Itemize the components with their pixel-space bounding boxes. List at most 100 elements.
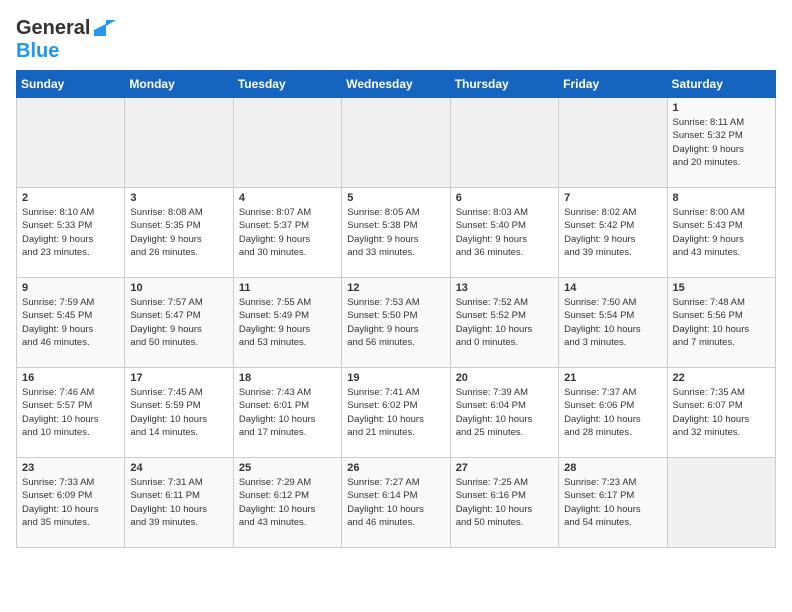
calendar-cell (450, 98, 558, 188)
day-number: 27 (456, 462, 553, 474)
calendar-cell: 13Sunrise: 7:52 AM Sunset: 5:52 PM Dayli… (450, 278, 558, 368)
calendar-cell: 20 Sunrise: 7:39 AM Sunset: 6:04 PM Dayli… (450, 368, 558, 458)
day-number: 12 (347, 282, 444, 294)
calendar-cell (17, 98, 125, 188)
day-number: 2 (22, 192, 119, 204)
calendar-cell: 26 Sunrise: 7:27 AM Sunset: 6:14 PM Dayli… (342, 458, 450, 548)
calendar-cell: 11 Sunrise: 7:55 AM Sunset: 5:49 PM Dayli… (233, 278, 341, 368)
calendar-cell: 15 Sunrise: 7:48 AM Sunset: 5:56 PM Dayli… (667, 278, 775, 368)
day-number: 18 (239, 372, 336, 384)
calendar-cell (559, 98, 667, 188)
day-info: Sunrise: 8:05 AM Sunset: 5:38 PM Dayligh… (347, 206, 444, 259)
calendar-cell: 16 Sunrise: 7:46 AM Sunset: 5:57 PM Dayli… (17, 368, 125, 458)
day-info: Sunrise: 7:55 AM Sunset: 5:49 PM Dayligh… (239, 296, 336, 349)
calendar-cell (125, 98, 233, 188)
calendar-cell: 5 Sunrise: 8:05 AM Sunset: 5:38 PM Daylig… (342, 188, 450, 278)
calendar-cell (342, 98, 450, 188)
logo-general-text: General (16, 17, 90, 39)
day-number: 7 (564, 192, 661, 204)
day-number: 16 (22, 372, 119, 384)
calendar-cell: 6 Sunrise: 8:03 AM Sunset: 5:40 PM Daylig… (450, 188, 558, 278)
page-header: General Blue (16, 16, 776, 62)
week-row-2: 2 Sunrise: 8:10 AM Sunset: 5:33 PM Daylig… (17, 188, 776, 278)
day-number: 1 (673, 102, 770, 114)
day-info: Sunrise: 8:03 AM Sunset: 5:40 PM Dayligh… (456, 206, 553, 259)
day-info: Sunrise: 7:57 AM Sunset: 5:47 PM Dayligh… (130, 296, 227, 349)
day-info: Sunrise: 7:37 AM Sunset: 6:06 PM Dayligh… (564, 386, 661, 439)
calendar-cell: 19 Sunrise: 7:41 AM Sunset: 6:02 PM Dayli… (342, 368, 450, 458)
week-row-3: 9Sunrise: 7:59 AM Sunset: 5:45 PM Daylig… (17, 278, 776, 368)
calendar-cell: 2 Sunrise: 8:10 AM Sunset: 5:33 PM Daylig… (17, 188, 125, 278)
day-info: Sunrise: 7:41 AM Sunset: 6:02 PM Dayligh… (347, 386, 444, 439)
day-number: 23 (22, 462, 119, 474)
day-info: Sunrise: 7:35 AM Sunset: 6:07 PM Dayligh… (673, 386, 770, 439)
weekday-header-friday: Friday (559, 71, 667, 98)
week-row-1: 1 Sunrise: 8:11 AM Sunset: 5:32 PM Daylig… (17, 98, 776, 188)
day-info: Sunrise: 8:07 AM Sunset: 5:37 PM Dayligh… (239, 206, 336, 259)
day-info: Sunrise: 7:29 AM Sunset: 6:12 PM Dayligh… (239, 476, 336, 529)
day-info: Sunrise: 7:45 AM Sunset: 5:59 PM Dayligh… (130, 386, 227, 439)
day-number: 22 (673, 372, 770, 384)
day-number: 26 (347, 462, 444, 474)
day-info: Sunrise: 8:02 AM Sunset: 5:42 PM Dayligh… (564, 206, 661, 259)
calendar-cell: 27 Sunrise: 7:25 AM Sunset: 6:16 PM Dayli… (450, 458, 558, 548)
calendar-cell: 22 Sunrise: 7:35 AM Sunset: 6:07 PM Dayli… (667, 368, 775, 458)
calendar-cell: 3Sunrise: 8:08 AM Sunset: 5:35 PM Daylig… (125, 188, 233, 278)
calendar-cell: 25 Sunrise: 7:29 AM Sunset: 6:12 PM Dayli… (233, 458, 341, 548)
weekday-header-thursday: Thursday (450, 71, 558, 98)
day-number: 10 (130, 282, 227, 294)
day-number: 15 (673, 282, 770, 294)
calendar-cell: 21 Sunrise: 7:37 AM Sunset: 6:06 PM Dayli… (559, 368, 667, 458)
day-number: 6 (456, 192, 553, 204)
calendar-cell: 14Sunrise: 7:50 AM Sunset: 5:54 PM Dayli… (559, 278, 667, 368)
weekday-header-saturday: Saturday (667, 71, 775, 98)
day-info: Sunrise: 7:39 AM Sunset: 6:04 PM Dayligh… (456, 386, 553, 439)
day-info: Sunrise: 8:11 AM Sunset: 5:32 PM Dayligh… (673, 116, 770, 169)
calendar-table: SundayMondayTuesdayWednesdayThursdayFrid… (16, 70, 776, 548)
logo: General Blue (16, 16, 116, 62)
week-row-5: 23 Sunrise: 7:33 AM Sunset: 6:09 PM Dayli… (17, 458, 776, 548)
calendar-cell: 4Sunrise: 8:07 AM Sunset: 5:37 PM Daylig… (233, 188, 341, 278)
weekday-header-monday: Monday (125, 71, 233, 98)
day-info: Sunrise: 8:08 AM Sunset: 5:35 PM Dayligh… (130, 206, 227, 259)
day-info: Sunrise: 7:52 AM Sunset: 5:52 PM Dayligh… (456, 296, 553, 349)
day-info: Sunrise: 7:53 AM Sunset: 5:50 PM Dayligh… (347, 296, 444, 349)
day-info: Sunrise: 7:31 AM Sunset: 6:11 PM Dayligh… (130, 476, 227, 529)
calendar-cell: 10 Sunrise: 7:57 AM Sunset: 5:47 PM Dayli… (125, 278, 233, 368)
day-number: 11 (239, 282, 336, 294)
calendar-cell: 12 Sunrise: 7:53 AM Sunset: 5:50 PM Dayli… (342, 278, 450, 368)
day-info: Sunrise: 7:23 AM Sunset: 6:17 PM Dayligh… (564, 476, 661, 529)
day-info: Sunrise: 7:43 AM Sunset: 6:01 PM Dayligh… (239, 386, 336, 439)
day-info: Sunrise: 7:48 AM Sunset: 5:56 PM Dayligh… (673, 296, 770, 349)
day-info: Sunrise: 8:00 AM Sunset: 5:43 PM Dayligh… (673, 206, 770, 259)
day-number: 20 (456, 372, 553, 384)
day-number: 5 (347, 192, 444, 204)
day-number: 8 (673, 192, 770, 204)
week-row-4: 16 Sunrise: 7:46 AM Sunset: 5:57 PM Dayli… (17, 368, 776, 458)
calendar-cell: 7 Sunrise: 8:02 AM Sunset: 5:42 PM Daylig… (559, 188, 667, 278)
logo-blue-text: Blue (16, 40, 59, 62)
day-info: Sunrise: 7:25 AM Sunset: 6:16 PM Dayligh… (456, 476, 553, 529)
calendar-cell (667, 458, 775, 548)
day-info: Sunrise: 7:46 AM Sunset: 5:57 PM Dayligh… (22, 386, 119, 439)
day-number: 28 (564, 462, 661, 474)
day-number: 25 (239, 462, 336, 474)
day-info: Sunrise: 8:10 AM Sunset: 5:33 PM Dayligh… (22, 206, 119, 259)
day-info: Sunrise: 7:27 AM Sunset: 6:14 PM Dayligh… (347, 476, 444, 529)
day-info: Sunrise: 7:33 AM Sunset: 6:09 PM Dayligh… (22, 476, 119, 529)
calendar-cell: 9Sunrise: 7:59 AM Sunset: 5:45 PM Daylig… (17, 278, 125, 368)
calendar-cell: 28 Sunrise: 7:23 AM Sunset: 6:17 PM Dayli… (559, 458, 667, 548)
day-number: 17 (130, 372, 227, 384)
calendar-cell: 1 Sunrise: 8:11 AM Sunset: 5:32 PM Daylig… (667, 98, 775, 188)
calendar-cell: 24 Sunrise: 7:31 AM Sunset: 6:11 PM Dayli… (125, 458, 233, 548)
calendar-cell: 18 Sunrise: 7:43 AM Sunset: 6:01 PM Dayli… (233, 368, 341, 458)
day-number: 24 (130, 462, 227, 474)
day-number: 21 (564, 372, 661, 384)
day-number: 19 (347, 372, 444, 384)
weekday-header-sunday: Sunday (17, 71, 125, 98)
weekday-header-tuesday: Tuesday (233, 71, 341, 98)
calendar-cell: 8 Sunrise: 8:00 AM Sunset: 5:43 PM Daylig… (667, 188, 775, 278)
calendar-cell: 23 Sunrise: 7:33 AM Sunset: 6:09 PM Dayli… (17, 458, 125, 548)
day-number: 14 (564, 282, 661, 294)
calendar-cell: 17 Sunrise: 7:45 AM Sunset: 5:59 PM Dayli… (125, 368, 233, 458)
